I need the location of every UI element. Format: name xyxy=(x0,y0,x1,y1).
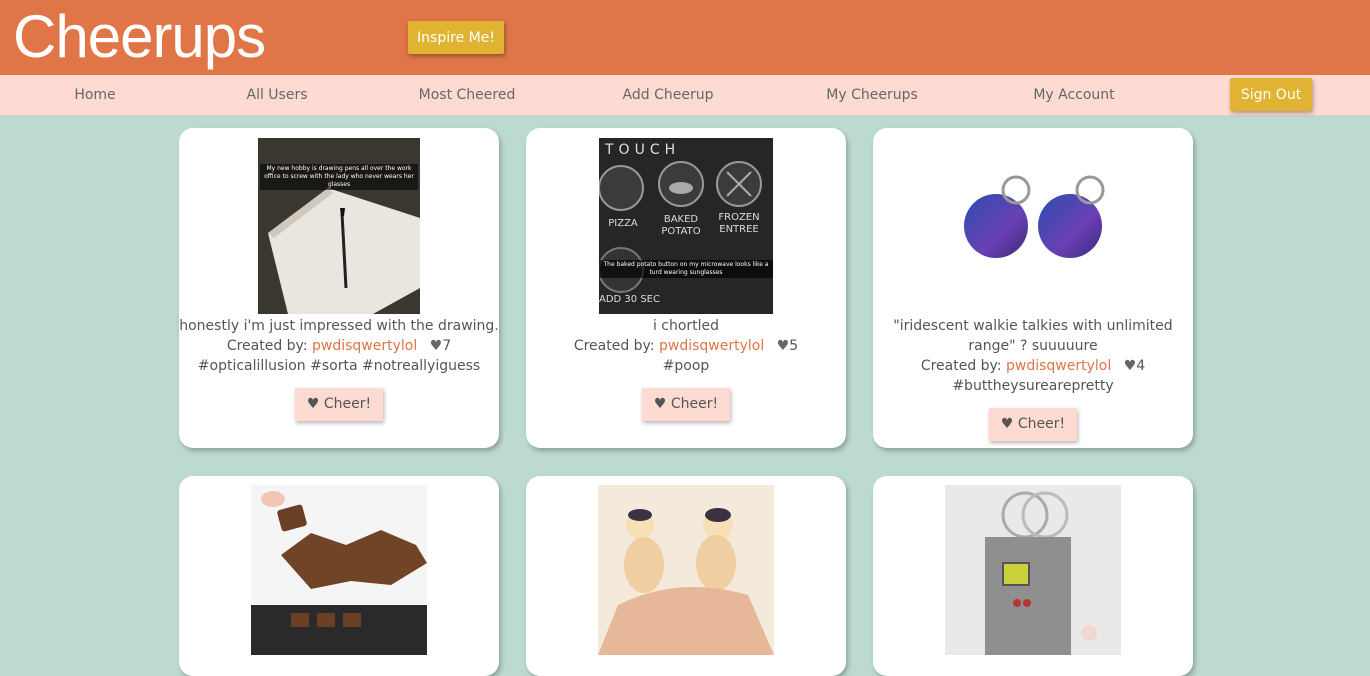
nav-all-users[interactable]: All Users xyxy=(246,75,307,115)
cheerup-image xyxy=(251,485,427,655)
nav-add-cheerup[interactable]: Add Cheerup xyxy=(623,75,714,115)
cheerup-card: My new hobby is drawing pens all over th… xyxy=(179,128,499,448)
cheerup-tags: #buttheysurearepretty xyxy=(952,378,1114,394)
nav-home[interactable]: Home xyxy=(74,75,115,115)
cheerup-caption: i chortled xyxy=(652,318,720,334)
author-link[interactable]: pwdisqwertylol xyxy=(312,338,417,354)
cheerup-image: My new hobby is drawing pens all over th… xyxy=(258,138,420,314)
cheer-count: 5 xyxy=(789,338,799,354)
nav-bar: Home All Users Most Cheered Add Cheerup … xyxy=(0,75,1370,116)
cheerup-card: "iridescent walkie talkies with unlimite… xyxy=(873,128,1193,448)
created-by-label: Created by: xyxy=(226,338,308,354)
cheer-count: 4 xyxy=(1136,358,1146,374)
image-label: PIZZA xyxy=(608,218,638,229)
cheerup-meta: Created by: pwdisqwertylol ♥4 xyxy=(873,356,1193,376)
header: Cheerups Inspire Me! xyxy=(0,0,1370,75)
cheerup-card: TOUCH PIZZA BAKED POTATO FROZEN ENTREE T… xyxy=(526,128,846,448)
image-overlay-text: The baked potato button on my microwave … xyxy=(599,260,773,278)
sign-out-button[interactable]: Sign Out xyxy=(1230,78,1312,111)
nav-my-account[interactable]: My Account xyxy=(1033,75,1114,115)
cheer-button[interactable]: ♥ Cheer! xyxy=(641,388,731,421)
cheer-count: 7 xyxy=(442,338,452,354)
heart-icon: ♥ xyxy=(429,338,443,354)
image-touch-text: TOUCH xyxy=(605,142,681,158)
nav-most-cheered[interactable]: Most Cheered xyxy=(419,75,516,115)
cheerup-meta: Created by: pwdisqwertylol ♥7 xyxy=(179,336,499,356)
inspire-me-button[interactable]: Inspire Me! xyxy=(408,21,504,54)
logo[interactable]: Cheerups xyxy=(13,2,266,72)
cheerup-caption: honestly i'm just impressed with the dra… xyxy=(179,318,499,334)
heart-icon: ♥ xyxy=(1123,358,1137,374)
cheerup-card xyxy=(873,476,1193,676)
author-link[interactable]: pwdisqwertylol xyxy=(1006,358,1111,374)
image-label: BAKED POTATO xyxy=(661,214,701,237)
image-overlay-text: My new hobby is drawing pens all over th… xyxy=(260,164,418,190)
cheer-button[interactable]: ♥ Cheer! xyxy=(294,388,384,421)
cheerup-card xyxy=(179,476,499,676)
cheer-button[interactable]: ♥ Cheer! xyxy=(988,408,1078,441)
cheerup-image xyxy=(946,138,1120,314)
cheerup-meta: Created by: pwdisqwertylol ♥5 xyxy=(526,336,846,356)
cheerup-tags: #poop xyxy=(662,358,710,374)
cheerup-card xyxy=(526,476,846,676)
cheerup-image: TOUCH PIZZA BAKED POTATO FROZEN ENTREE T… xyxy=(599,138,773,314)
cheerup-tags: #opticalillusion #sorta #notreallyiguess xyxy=(197,358,481,374)
cheerup-image xyxy=(598,485,774,655)
image-label: ADD 30 SEC xyxy=(599,294,660,305)
nav-my-cheerups[interactable]: My Cheerups xyxy=(826,75,918,115)
image-label: FROZEN ENTREE xyxy=(718,212,760,235)
cheerup-caption: "iridescent walkie talkies with unlimite… xyxy=(893,318,1173,354)
created-by-label: Created by: xyxy=(920,358,1002,374)
created-by-label: Created by: xyxy=(573,338,655,354)
author-link[interactable]: pwdisqwertylol xyxy=(659,338,764,354)
heart-icon: ♥ xyxy=(776,338,790,354)
cheerup-image xyxy=(945,485,1121,655)
